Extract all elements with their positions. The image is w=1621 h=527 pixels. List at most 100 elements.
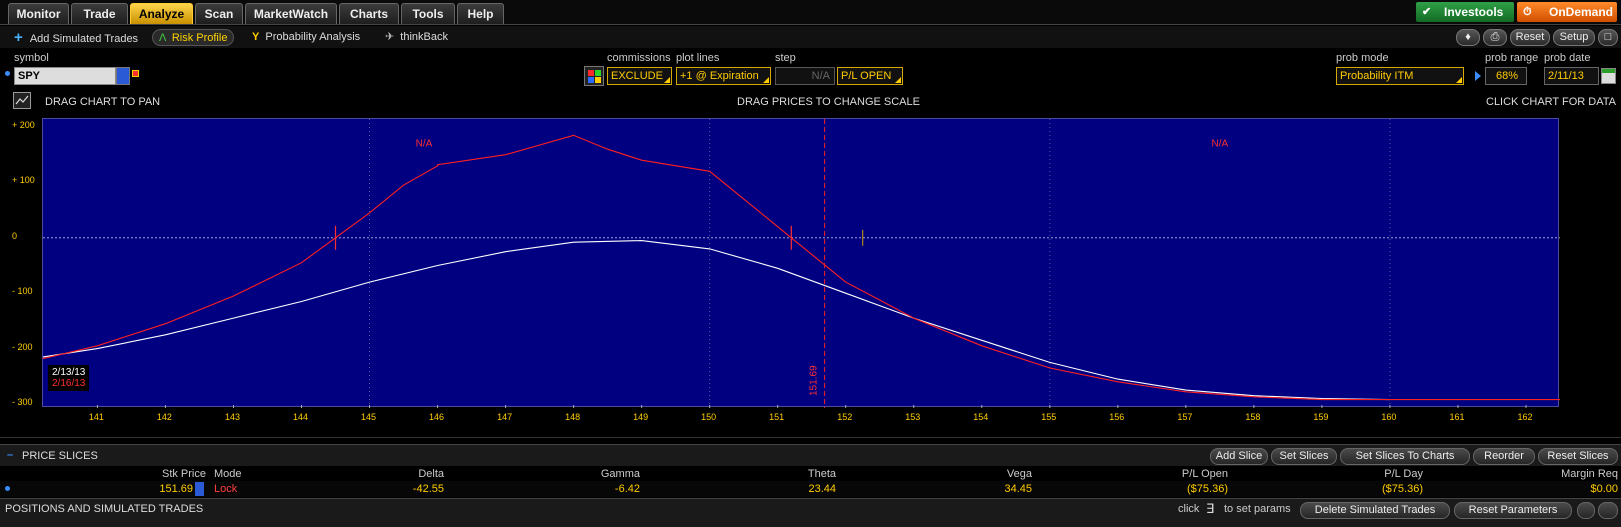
cell-margin-req: $0.00 [1590,483,1618,495]
risk-profile-svg[interactable]: 151.69 N/A N/A [42,119,1560,408]
click-hint: click [1178,503,1200,515]
y-tick-label: - 200 [12,341,33,352]
risk-profile-button[interactable]: Λ Risk Profile [152,29,235,46]
col-pl-day: P/L Day [1384,468,1423,480]
params-icon: ∃ [1206,501,1215,516]
set-slices-to-charts-button[interactable]: Set Slices To Charts [1340,448,1470,465]
col-stk-price: Stk Price [161,468,206,480]
positions-header: POSITIONS AND SIMULATED TRADES click ∃ t… [0,498,1621,527]
investools-icon: ✔ [1422,6,1432,18]
drag-scale-hint: DRAG PRICES TO CHANGE SCALE [737,96,920,108]
probability-icon: Y [252,31,260,43]
pan-mode-icon[interactable] [13,92,31,109]
prob-range-label: prob range [1485,52,1539,64]
tab-trade[interactable]: Trade [71,3,128,24]
prob-mode-select[interactable]: Probability ITM [1336,67,1464,85]
drag-pan-hint: DRAG CHART TO PAN [45,96,161,108]
investools-label: Investools [1444,5,1504,19]
print-button[interactable]: ⎙ [1483,29,1507,46]
col-pl-open: P/L Open [1181,468,1228,480]
step-input[interactable]: N/A [775,67,835,85]
chart-legend: 2/13/13 2/16/13 [48,365,90,391]
col-delta: Delta [418,468,444,480]
cell-pl-open: ($75.36) [1187,483,1228,495]
probability-analysis-button[interactable]: Y Probability Analysis [252,29,360,46]
main-tab-bar: Monitor Trade Analyze Scan MarketWatch C… [0,0,1621,25]
bell-icon: ♦ [1465,31,1471,43]
analyze-sub-toolbar: + Add Simulated Trades Λ Risk Profile Y … [0,26,1621,48]
stk-price-spinner[interactable] [195,482,204,496]
na-annotation: N/A [1212,138,1229,149]
setup-button[interactable]: Setup [1553,29,1595,46]
symbol-spin-button[interactable] [116,67,130,85]
cell-mode[interactable]: Lock [214,482,254,496]
color-grid-button[interactable] [584,66,604,86]
pl-mode-select[interactable]: P/L OPEN [837,67,903,85]
col-vega: Vega [1006,468,1032,480]
add-slice-button[interactable]: Add Slice [1210,448,1268,465]
commissions-label: commissions [607,52,671,64]
legend-series-red: 2/16/13 [52,378,86,389]
reset-slices-button[interactable]: Reset Slices [1538,448,1618,465]
add-simulated-trades-button[interactable]: + Add Simulated Trades [14,29,138,46]
tab-tools[interactable]: Tools [401,3,455,24]
investools-button[interactable]: ✔ Investools [1416,2,1514,22]
symbol-input[interactable]: SPY [14,67,116,85]
risk-profile-chart[interactable]: 151.69 N/A N/A 2/13/13 2/16/13 [42,118,1560,408]
window-button[interactable]: □ [1598,29,1618,46]
set-slices-button[interactable]: Set Slices [1271,448,1337,465]
cell-stk-price[interactable]: 151.69 [140,482,193,496]
y-tick-label: + 200 [12,120,35,130]
positions-title: POSITIONS AND SIMULATED TRADES [5,503,204,515]
probability-analysis-label: Probability Analysis [265,31,361,43]
plot-lines-label: plot lines [676,52,720,64]
positions-window-button[interactable] [1598,502,1618,519]
positions-menu-button[interactable] [1577,502,1595,519]
thinkback-button[interactable]: ✈ thinkBack [385,29,448,46]
cell-vega: 34.45 [1004,483,1032,495]
symbol-label: symbol [14,52,49,64]
commissions-select[interactable]: EXCLUDE [607,67,672,85]
tab-marketwatch[interactable]: MarketWatch [245,3,337,24]
y-tick-label: + 100 [12,175,35,186]
cell-delta: -42.55 [412,483,444,495]
prob-mode-label: prob mode [1336,52,1389,64]
reorder-button[interactable]: Reorder [1473,448,1535,465]
set-params-hint: to set params [1224,503,1291,515]
ondemand-icon: ⏱ [1523,6,1532,18]
reset-button[interactable]: Reset [1510,29,1550,46]
alert-bell-button[interactable]: ♦ [1456,29,1480,46]
price-slices-header: – PRICE SLICES Add Slice Set Slices Set … [0,444,1621,466]
x-axis-band [0,408,1621,438]
thinkback-label: thinkBack [400,31,448,43]
expand-arrow-icon[interactable] [1475,71,1481,81]
step-label: step [775,52,796,64]
col-theta: Theta [807,468,836,480]
na-annotation: N/A [416,138,433,149]
series-line-1 [42,134,1560,401]
y-tick-label: - 100 [12,286,33,297]
tab-help[interactable]: Help [457,3,504,24]
printer-icon: ⎙ [1490,31,1500,43]
link-dot-icon[interactable] [5,71,10,76]
y-tick-label: - 300 [12,397,33,407]
thinkback-icon: ✈ [385,31,395,43]
cell-pl-day: ($75.36) [1382,483,1423,495]
tab-monitor[interactable]: Monitor [8,3,69,24]
calendar-icon[interactable] [1601,68,1616,84]
symbol-flag-icon [132,70,139,77]
risk-profile-icon: Λ [159,32,166,44]
cell-gamma: -6.42 [614,483,640,495]
delete-simulated-trades-button[interactable]: Delete Simulated Trades [1300,502,1450,519]
ondemand-button[interactable]: ⏱ OnDemand [1517,2,1617,22]
prob-date-input[interactable]: 2/11/13 [1544,67,1599,85]
tab-scan[interactable]: Scan [195,3,243,24]
reset-parameters-button[interactable]: Reset Parameters [1454,502,1572,519]
collapse-icon[interactable]: – [7,449,13,461]
tab-analyze[interactable]: Analyze [130,3,193,24]
plot-lines-select[interactable]: +1 @ Expiration [676,67,771,85]
col-mode: Mode [214,468,242,480]
tab-charts[interactable]: Charts [339,3,399,24]
current-price-label: 151.69 [809,365,820,396]
prob-range-input[interactable]: 68% [1485,67,1527,85]
